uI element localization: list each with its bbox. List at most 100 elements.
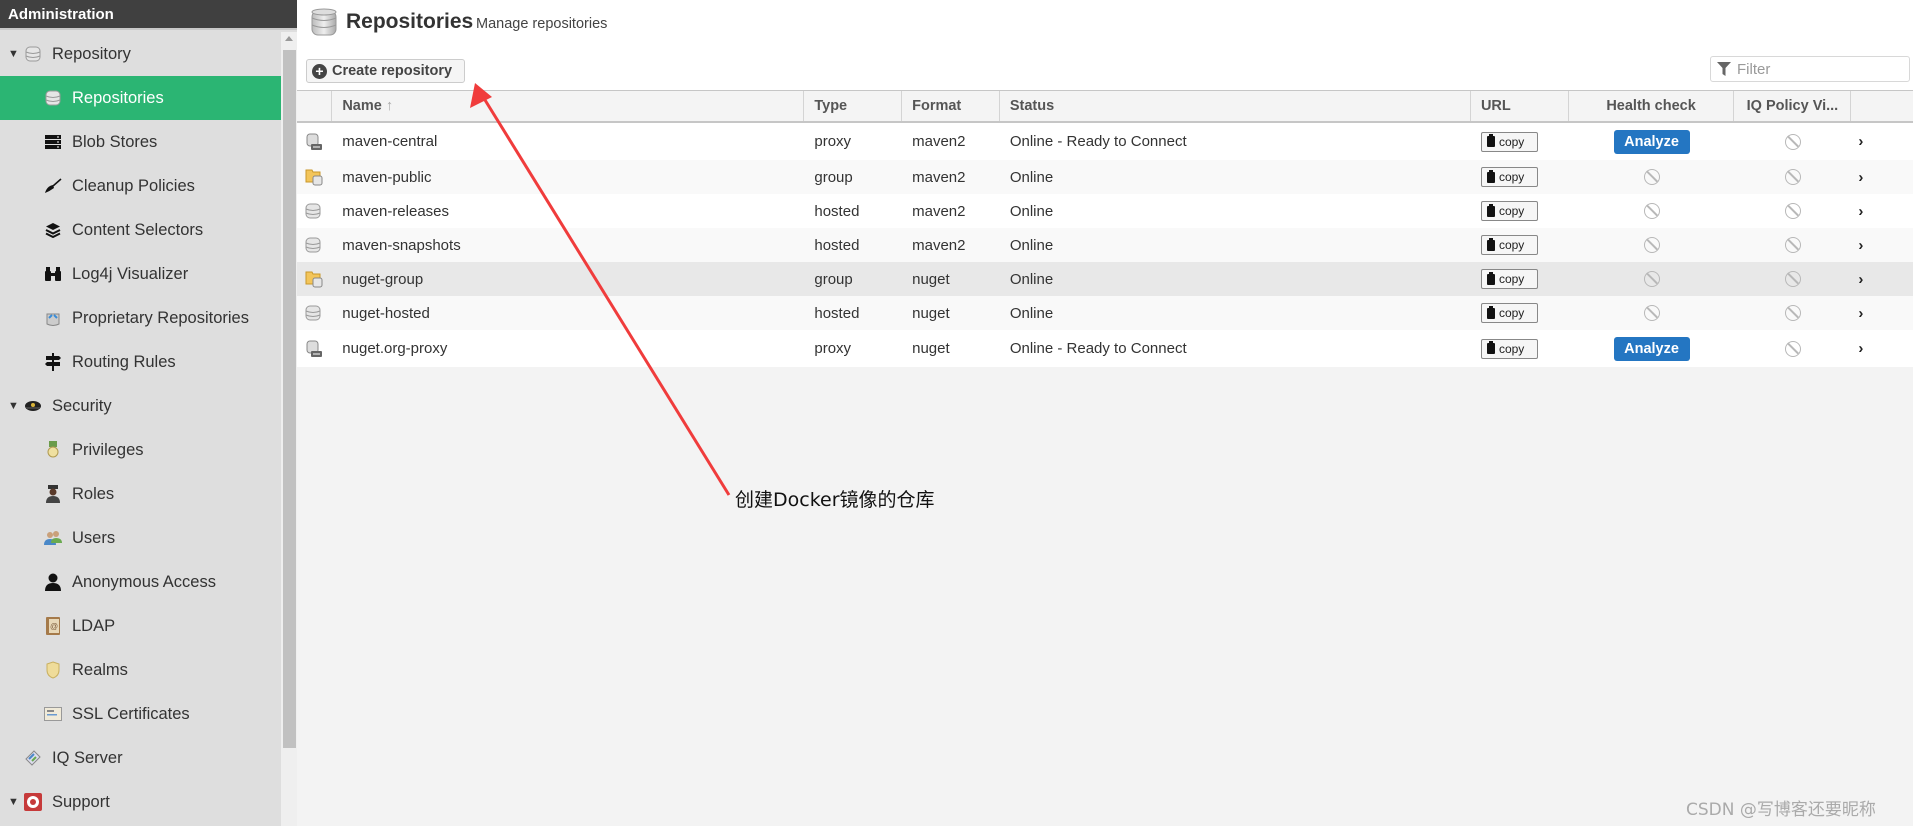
table-row[interactable]: maven-central proxy maven2 Online - Ready t… bbox=[297, 123, 1913, 160]
sidebar-item-cleanup-policies[interactable]: Cleanup Policies bbox=[0, 164, 281, 208]
sidebar-item-label: Support bbox=[52, 792, 110, 811]
repo-type: hosted bbox=[814, 236, 860, 254]
sidebar-item-proprietary-repositories[interactable]: Proprietary Repositories bbox=[0, 296, 281, 340]
row-detail-cell[interactable]: › bbox=[1851, 296, 1913, 330]
repo-status: Online bbox=[1009, 270, 1054, 288]
repositories-table: Name ↑ Type Format Status URL Health chec… bbox=[297, 90, 1913, 367]
repo-status: Online bbox=[1009, 304, 1054, 322]
sidebar-item-label: Anonymous Access bbox=[72, 572, 216, 591]
table-row[interactable]: maven-releases hosted maven2 Online copy › bbox=[297, 194, 1913, 228]
sidebar-item-realms[interactable]: Realms bbox=[0, 648, 281, 692]
row-detail-cell[interactable]: › bbox=[1851, 123, 1913, 160]
caret-down-icon[interactable]: ▼ bbox=[8, 400, 20, 412]
sidebar-item-label: Log4j Visualizer bbox=[72, 264, 189, 283]
copy-url-button[interactable]: copy bbox=[1480, 167, 1538, 187]
filter-input[interactable] bbox=[1737, 60, 1897, 78]
table-row[interactable]: maven-public group maven2 Online copy › bbox=[297, 160, 1913, 194]
repo-type: group bbox=[814, 270, 853, 288]
address-book-icon: @ bbox=[44, 617, 62, 635]
sidebar-item-content-selectors[interactable]: Content Selectors bbox=[0, 208, 281, 252]
row-detail-cell[interactable]: › bbox=[1851, 194, 1913, 228]
sidebar-item-support[interactable]: ▼ Support bbox=[0, 780, 281, 824]
column-header-status[interactable]: Status bbox=[1000, 91, 1471, 121]
caret-down-icon[interactable]: ▼ bbox=[8, 48, 20, 60]
row-detail-cell[interactable]: › bbox=[1851, 330, 1913, 367]
copy-url-button[interactable]: copy bbox=[1480, 235, 1538, 255]
column-name-label: Name bbox=[342, 98, 382, 114]
sidebar-item-roles[interactable]: Roles bbox=[0, 472, 281, 516]
row-detail-cell[interactable]: › bbox=[1851, 228, 1913, 262]
sidebar-item-repositories[interactable]: Repositories bbox=[0, 76, 281, 120]
copy-url-button[interactable]: copy bbox=[1480, 303, 1538, 323]
repo-format: maven2 bbox=[912, 202, 966, 220]
sidebar-item-log4j-visualizer[interactable]: Log4j Visualizer bbox=[0, 252, 281, 296]
table-row[interactable]: nuget.org-proxy proxy nuget Online - Ready … bbox=[297, 330, 1913, 367]
column-header-health-check[interactable]: Health check bbox=[1569, 91, 1735, 121]
chevron-right-icon[interactable]: › bbox=[1858, 203, 1863, 220]
copy-url-button[interactable]: copy bbox=[1480, 269, 1538, 289]
chevron-right-icon[interactable]: › bbox=[1858, 237, 1863, 254]
chevron-right-icon[interactable]: › bbox=[1858, 271, 1863, 288]
table-row[interactable]: nuget-hosted hosted nuget Online copy › bbox=[297, 296, 1913, 330]
proxy-repo-icon bbox=[305, 133, 323, 151]
main-content: Repositories Manage repositories + Creat… bbox=[297, 0, 1913, 826]
copy-url-button[interactable]: copy bbox=[1480, 131, 1538, 152]
caret-down-icon[interactable]: ▼ bbox=[8, 796, 20, 808]
table-row[interactable]: maven-snapshots hosted maven2 Online copy › bbox=[297, 228, 1913, 262]
analyze-button[interactable]: Analyze bbox=[1613, 336, 1690, 361]
scrollbar-thumb[interactable] bbox=[283, 50, 296, 748]
binoculars-icon bbox=[44, 265, 62, 283]
copy-url-button[interactable]: copy bbox=[1480, 338, 1538, 359]
chevron-right-icon[interactable]: › bbox=[1858, 169, 1863, 186]
sidebar-item-ldap[interactable]: @ LDAP bbox=[0, 604, 281, 648]
repo-format: maven2 bbox=[912, 236, 966, 254]
sidebar-item-repository[interactable]: ▼ Repository bbox=[0, 32, 281, 76]
sidebar-item-users[interactable]: Users bbox=[0, 516, 281, 560]
repo-format: maven2 bbox=[912, 168, 966, 186]
sidebar-item-label: Users bbox=[72, 528, 116, 547]
sidebar-item-ssl-certificates[interactable]: SSL Certificates bbox=[0, 692, 281, 736]
clipboard-icon bbox=[1486, 134, 1495, 147]
plus-circle-icon: + bbox=[312, 63, 327, 79]
column-header-icon bbox=[297, 91, 333, 121]
disabled-icon bbox=[1784, 237, 1801, 253]
police-hat-icon bbox=[24, 397, 42, 415]
sidebar-item-privileges[interactable]: Privileges bbox=[0, 428, 281, 472]
copy-url-button[interactable]: copy bbox=[1480, 201, 1538, 221]
disabled-icon bbox=[1643, 271, 1660, 287]
sidebar-item-anonymous-access[interactable]: Anonymous Access bbox=[0, 560, 281, 604]
sidebar-item-security[interactable]: ▼ Security bbox=[0, 384, 281, 428]
clipboard-icon bbox=[1486, 203, 1495, 217]
column-header-iq-policy[interactable]: IQ Policy Vi... bbox=[1734, 91, 1852, 121]
sidebar-scrollbar[interactable] bbox=[281, 32, 297, 826]
table-row[interactable]: nuget-group group nuget Online copy › bbox=[297, 262, 1913, 296]
chevron-right-icon[interactable]: › bbox=[1858, 133, 1863, 150]
create-repository-label: Create repository bbox=[332, 63, 453, 79]
clipboard-icon bbox=[1486, 341, 1495, 354]
clipboard-icon bbox=[1486, 305, 1495, 319]
disabled-icon bbox=[1643, 203, 1660, 219]
proxy-repo-icon bbox=[305, 340, 323, 358]
column-header-url[interactable]: URL bbox=[1471, 91, 1569, 121]
filter-icon bbox=[1717, 62, 1731, 76]
column-header-type[interactable]: Type bbox=[804, 91, 903, 121]
sidebar-item-routing-rules[interactable]: Routing Rules bbox=[0, 340, 281, 384]
watermark: CSDN @写博客还要昵称 bbox=[1686, 800, 1876, 820]
column-header-name[interactable]: Name ↑ bbox=[332, 91, 805, 121]
sidebar-item-iq-server[interactable]: IQ Server bbox=[0, 736, 281, 780]
certificate-icon bbox=[44, 705, 62, 723]
repo-format: nuget bbox=[912, 304, 950, 322]
filter-box[interactable] bbox=[1710, 56, 1910, 82]
chevron-right-icon[interactable]: › bbox=[1858, 305, 1863, 322]
row-detail-cell[interactable]: › bbox=[1851, 160, 1913, 194]
column-header-format[interactable]: Format bbox=[902, 91, 1000, 121]
chevron-right-icon[interactable]: › bbox=[1858, 340, 1863, 357]
analyze-button[interactable]: Analyze bbox=[1613, 129, 1690, 154]
health-check-cell bbox=[1569, 296, 1735, 330]
iq-policy-cell bbox=[1734, 296, 1851, 330]
sidebar-item-blob-stores[interactable]: Blob Stores bbox=[0, 120, 281, 164]
scroll-up-arrow-icon[interactable] bbox=[285, 36, 293, 41]
create-repository-button[interactable]: + Create repository bbox=[306, 59, 465, 83]
repo-name: maven-public bbox=[342, 168, 432, 186]
row-detail-cell[interactable]: › bbox=[1851, 262, 1913, 296]
